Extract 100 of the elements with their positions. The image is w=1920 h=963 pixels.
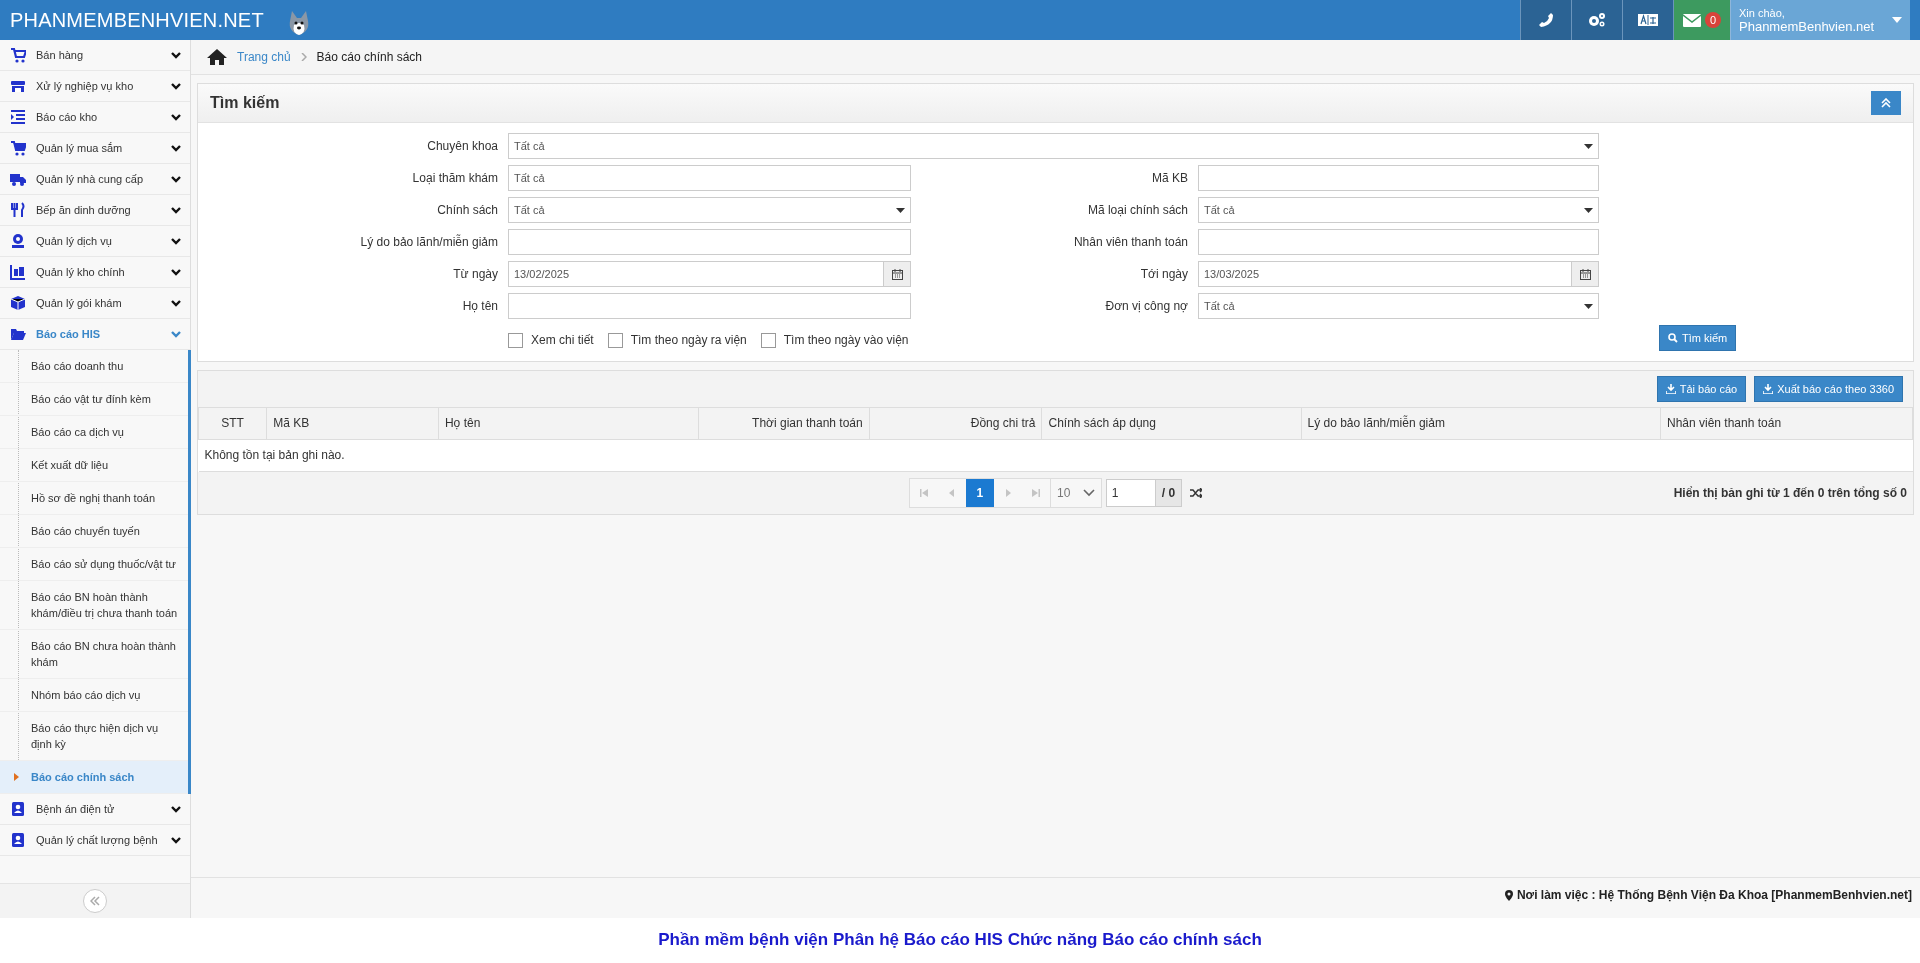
calendar-button[interactable] [883,262,910,286]
utensils-icon [10,202,26,218]
list-icon [10,109,26,125]
page-total: / 0 [1155,478,1183,507]
workplace-text: Nơi làm việc : Hệ Thống Bệnh Viện Đa Khoa [PhanmemBenhvien.net] [1516,888,1912,902]
field-label: Họ tên [461,298,498,315]
sidebar-item[interactable]: Báo cáo kho [0,102,190,133]
page-number-field[interactable]: 1 [1105,478,1156,507]
column-header: Đồng chi trả [869,408,1042,439]
collapse-panel-button[interactable] [1871,91,1901,115]
field-label: Tới ngày [1139,266,1188,283]
column-header: Nhân viên thanh toán [1660,408,1913,439]
submenu-item[interactable]: Báo cáo vật tư đính kèm [0,383,188,416]
box-icon [10,295,26,311]
collapse-sidebar-button[interactable] [83,889,107,913]
submenu-item[interactable]: Báo cáo chuyển tuyến [0,515,188,548]
breadcrumb-current: Báo cáo chính sách [316,50,422,64]
field-label: Từ ngày [452,266,498,283]
dropdown-field[interactable]: Tất cả [508,133,1599,159]
panel-title: Tìm kiếm [210,94,280,112]
submenu-item[interactable]: Báo cáo doanh thu [0,350,188,383]
search-button[interactable]: Tìm kiếm [1659,325,1737,351]
settings-button[interactable] [1571,0,1622,40]
home-icon [207,49,227,65]
submenu-item[interactable]: Hồ sơ đề nghị thanh toán [0,482,188,515]
checkbox[interactable] [607,332,623,348]
sidebar-item[interactable]: Quản lý gói khám [0,288,190,319]
sidebar-item[interactable]: Bếp ăn dinh dưỡng [0,195,190,226]
sidebar-item[interactable]: Quản lý nhà cung cấp [0,164,190,195]
field-label: Mã KB [1151,170,1188,187]
phone-button[interactable] [1520,0,1571,40]
submenu-item[interactable]: Kết xuất dữ liệu [0,449,188,482]
page-caption: Phần mềm bệnh viện Phân hệ Báo cáo HIS Chức năng Báo cáo chính sách [658,930,1262,949]
truck-icon [10,171,26,187]
phone-icon [1538,12,1554,28]
input-field[interactable] [1198,229,1599,255]
dropdown-caret-icon [896,207,905,213]
date-field[interactable]: 13/03/2025 [1198,261,1599,287]
download-icon [1665,384,1676,394]
sidebar-item[interactable]: Bệnh án điện tử [0,794,190,825]
dropdown-field[interactable]: Tất cả [1198,293,1599,319]
sidebar-item[interactable]: Quản lý mua sắm [0,133,190,164]
export-button[interactable]: Tải báo cáo [1656,376,1747,402]
page-size-dropdown[interactable]: 10 [1049,478,1101,507]
warehouse-icon [10,264,26,280]
field-label: Chính sách [436,202,498,219]
input-field[interactable] [508,293,911,319]
calendar-button[interactable] [1571,262,1598,286]
field-label: Loại thăm khám [411,170,498,187]
export-button[interactable]: Xuất báo cáo theo 3360 [1754,376,1903,402]
app-logo[interactable]: PHANMEMBENHVIEN.NET [0,0,264,40]
sidebar-item[interactable]: Bán hàng [0,40,190,71]
dropdown-caret-icon [1584,143,1593,149]
page-button[interactable]: 1 [965,478,994,507]
sidebar-item[interactable]: Quản lý kho chính [0,257,190,288]
input-field[interactable] [508,229,911,255]
field-label: Lý do bảo lãnh/miễn giảm [359,233,498,251]
calendar-icon [1579,268,1591,280]
submenu-item[interactable]: Báo cáo sử dụng thuốc/vật tư [0,548,188,581]
column-header: Thời gian thanh toán [698,408,870,439]
submenu-item[interactable]: Báo cáo BN chưa hoàn thành khám [0,630,188,679]
messages-button[interactable]: 0 [1673,0,1730,40]
submenu-item[interactable]: Nhóm báo cáo dịch vụ [0,679,188,712]
store-icon [10,78,26,94]
dropdown-field[interactable]: Tất cả [1198,197,1599,223]
calendar-icon [891,268,903,280]
next-page-icon [1003,488,1012,497]
empty-message: Không tồn tại bản ghi nào. [198,439,1913,471]
caret-icon [1892,17,1902,23]
record-summary: Hiển thị bản ghi từ 1 đến 0 trên tổng số 0 [1673,485,1907,500]
first-page-icon [919,488,928,497]
sidebar-item[interactable]: Báo cáo HIS [0,319,190,350]
breadcrumb-link[interactable]: Trang chủ [237,50,291,64]
date-field[interactable]: 13/02/2025 [508,261,911,287]
sidebar-item[interactable]: Quản lý dịch vụ [0,226,190,257]
submenu-item[interactable]: Báo cáo ca dịch vụ [0,416,188,449]
sidebar-item[interactable]: Quản lý chất lượng bệnh [0,825,190,856]
column-header: STT [198,408,267,439]
dropdown-field[interactable]: Tất cả [508,197,911,223]
dropdown-caret-icon [1584,303,1593,309]
column-header: Lý do bảo lãnh/miễn giảm [1301,408,1661,439]
field-label: Mã loại chính sách [1086,202,1188,219]
column-header: Mã KB [266,408,439,439]
sidebar-item[interactable]: Xử lý nghiệp vụ kho [0,71,190,102]
input-field[interactable] [1198,165,1599,191]
shuffle-icon[interactable] [1190,487,1203,498]
checkbox-option[interactable]: Tìm theo ngày vào viện [760,332,909,348]
double-chevron-up-icon [1881,98,1891,108]
submenu-item[interactable]: Báo cáo BN hoàn thành khám/điều trị chưa thanh toán [0,581,188,630]
caret-icon [14,773,19,781]
input-field[interactable]: Tất cả [508,165,911,191]
translate-icon [1638,14,1658,26]
checkbox-option[interactable]: Tìm theo ngày ra viện [607,332,747,348]
language-button[interactable] [1622,0,1673,40]
chevron-icon [1082,488,1095,497]
checkbox[interactable] [760,332,776,348]
checkbox-option[interactable]: Xem chi tiết [508,332,594,348]
checkbox[interactable] [508,332,523,348]
field-label: Đơn vị công nợ [1104,298,1188,315]
field-label: Chuyên khoa [426,138,498,155]
